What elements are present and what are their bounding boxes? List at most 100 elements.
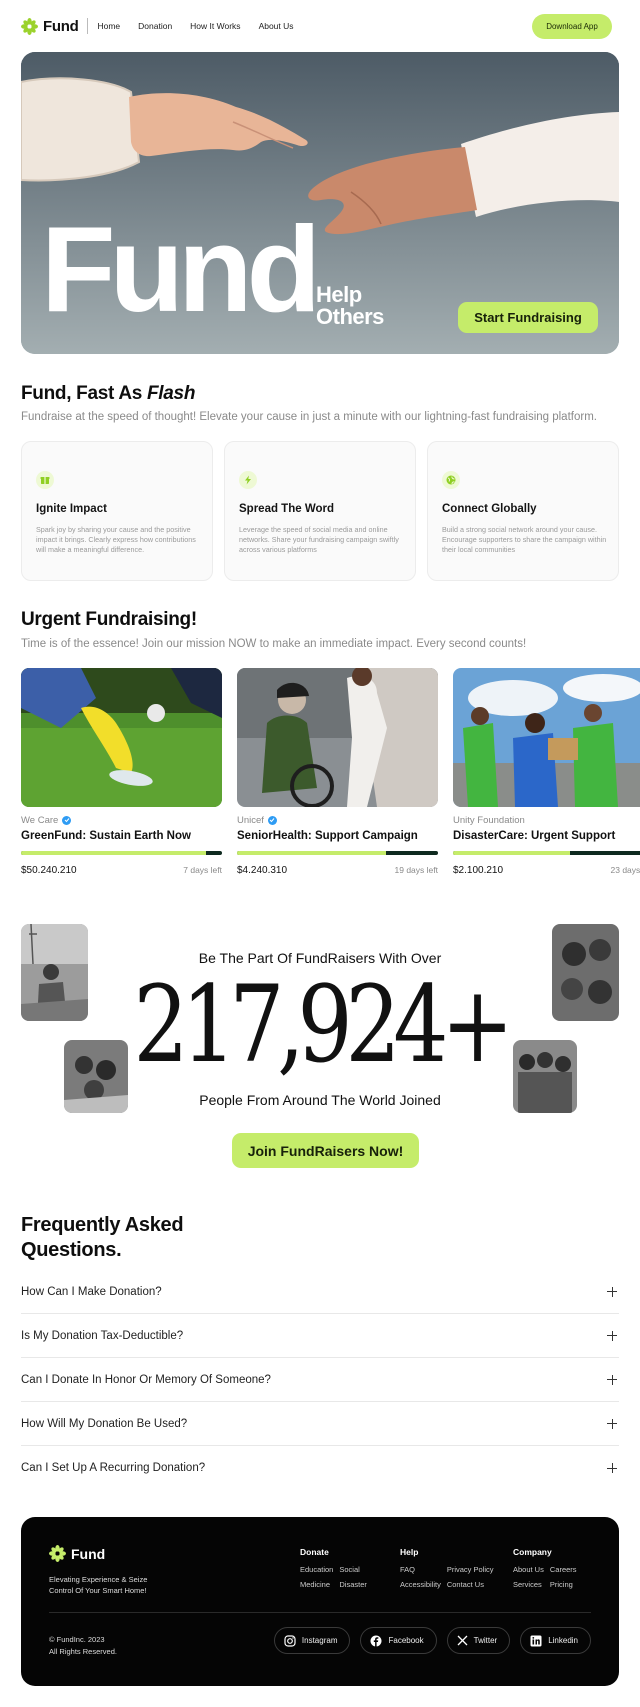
campaign-progress-fill xyxy=(21,851,206,855)
nav-link-donation[interactable]: Donation xyxy=(138,21,172,31)
nav-link-how-it-works[interactable]: How It Works xyxy=(190,21,240,31)
fast-title-plain: Fund, Fast As xyxy=(21,383,147,404)
footer-link[interactable]: Careers xyxy=(550,1565,577,1574)
verified-badge-icon xyxy=(62,815,72,825)
campaign-org: Unicef xyxy=(237,814,438,826)
footer-link[interactable]: Disaster xyxy=(339,1580,367,1589)
footer-link[interactable]: FAQ xyxy=(400,1565,441,1574)
globe-icon xyxy=(442,471,460,489)
nav-link-about-us[interactable]: About Us xyxy=(259,21,294,31)
faq-question: Can I Set Up A Recurring Donation? xyxy=(21,1462,206,1474)
campaign-card[interactable]: We Care GreenFund: Sustain Earth Now $50… xyxy=(21,668,222,876)
footer-column-title: Help xyxy=(400,1547,419,1557)
stats-number: 217,924+ xyxy=(133,963,514,1086)
footer-link[interactable]: Accessibility xyxy=(400,1580,441,1589)
stats-bottom-text: People From Around The World Joined xyxy=(199,1092,441,1108)
urgent-section-title: Urgent Fundraising! xyxy=(21,609,197,630)
plus-icon[interactable] xyxy=(605,1329,619,1343)
nav-divider xyxy=(87,18,89,34)
join-fundraisers-button[interactable]: Join FundRaisers Now! xyxy=(232,1133,419,1168)
campaign-org: Unity Foundation xyxy=(453,814,640,826)
footer-link[interactable]: Medicine xyxy=(300,1580,333,1589)
campaign-amount: $2.100.210 xyxy=(453,865,504,876)
footer-column-company: Company About Us Careers Services Pricin… xyxy=(513,1547,577,1589)
facebook-icon xyxy=(370,1635,382,1646)
feature-title: Spread The Word xyxy=(239,503,334,515)
faq-question: How Can I Make Donation? xyxy=(21,1285,162,1298)
footer-divider xyxy=(49,1612,591,1613)
plus-icon[interactable] xyxy=(605,1373,619,1387)
campaign-progress-bar xyxy=(237,851,438,855)
footer-column-donate: Donate Education Social Medicine Disaste… xyxy=(300,1547,367,1589)
feature-description: Spark joy by sharing your cause and the … xyxy=(36,525,196,554)
campaign-title[interactable]: SeniorHealth: Support Campaign xyxy=(237,830,438,842)
campaign-card[interactable]: Unity Foundation DisasterCare: Urgent Su… xyxy=(453,668,640,876)
footer-link[interactable]: About Us xyxy=(513,1565,544,1574)
hero-subtitle-line-1: Help xyxy=(316,282,362,307)
campaign-amount: $4.240.310 xyxy=(237,865,288,876)
hero-banner: Fund Help Others Start Fundraising xyxy=(21,52,619,354)
faq-title: Frequently Asked Questions. xyxy=(21,1214,184,1261)
campaign-image-grass-cleanup xyxy=(21,668,222,807)
flower-logo-icon xyxy=(49,1545,66,1562)
campaign-title[interactable]: DisasterCare: Urgent Support xyxy=(453,830,640,842)
footer-link[interactable]: Contact Us xyxy=(447,1580,494,1589)
social-twitter-button[interactable]: Twitter xyxy=(446,1627,511,1654)
social-label: Facebook xyxy=(388,1636,424,1645)
urgent-section-subtitle: Time is of the essence! Join our mission… xyxy=(21,638,527,650)
campaign-progress-bar xyxy=(453,851,640,855)
feature-title: Connect Globally xyxy=(442,503,537,515)
logo[interactable]: Fund xyxy=(21,17,79,35)
instagram-icon xyxy=(284,1634,296,1647)
social-linkedin-button[interactable]: Linkedin xyxy=(520,1627,591,1654)
footer-link[interactable]: Services xyxy=(513,1580,544,1589)
footer-column-title: Company xyxy=(513,1547,552,1557)
hero-title: Fund xyxy=(41,201,321,337)
campaign-org-name: We Care xyxy=(21,814,59,826)
footer-tagline: Elevating Experience & Seize Control Of … xyxy=(49,1575,148,1595)
faq-item[interactable]: Is My Donation Tax-Deductible? xyxy=(21,1314,619,1358)
social-facebook-button[interactable]: Facebook xyxy=(360,1627,437,1654)
feature-title: Ignite Impact xyxy=(36,503,107,515)
flower-logo-icon xyxy=(21,17,38,35)
nav-link-home[interactable]: Home xyxy=(97,21,120,31)
plus-icon[interactable] xyxy=(605,1417,619,1431)
download-app-button[interactable]: Download App xyxy=(532,13,612,39)
campaign-title[interactable]: GreenFund: Sustain Earth Now xyxy=(21,830,222,842)
campaign-days-left: 19 days left xyxy=(394,865,438,875)
campaign-list: We Care GreenFund: Sustain Earth Now $50… xyxy=(21,668,640,890)
social-instagram-button[interactable]: Instagram xyxy=(273,1627,351,1654)
footer-column-help: Help FAQ Privacy Policy Accessibility Co… xyxy=(400,1547,494,1589)
campaign-org: We Care xyxy=(21,814,222,826)
campaign-card[interactable]: Unicef SeniorHealth: Support Campaign $4… xyxy=(237,668,438,876)
plus-icon[interactable] xyxy=(605,1285,619,1299)
faq-item[interactable]: How Can I Make Donation? xyxy=(21,1270,619,1314)
campaign-image-wheelchair xyxy=(237,668,438,807)
plus-icon[interactable] xyxy=(605,1461,619,1475)
faq-question: Is My Donation Tax-Deductible? xyxy=(21,1329,184,1342)
logo-text: Fund xyxy=(43,17,79,35)
footer-logo[interactable]: Fund xyxy=(49,1545,105,1562)
footer: Fund Elevating Experience & Seize Contro… xyxy=(21,1517,619,1686)
footer-link[interactable]: Social xyxy=(339,1565,367,1574)
footer-link[interactable]: Pricing xyxy=(550,1580,577,1589)
start-fundraising-button[interactable]: Start Fundraising xyxy=(458,302,598,333)
footer-logo-text: Fund xyxy=(71,1545,106,1562)
linkedin-icon xyxy=(530,1635,542,1646)
faq-item[interactable]: Can I Donate In Honor Or Memory Of Someo… xyxy=(21,1358,619,1402)
feature-description: Leverage the speed of social media and o… xyxy=(239,525,399,554)
campaign-days-left: 23 days left xyxy=(610,865,640,875)
campaign-org-name: Unity Foundation xyxy=(453,814,525,826)
feature-card: Connect Globally Build a strong social n… xyxy=(427,441,619,581)
faq-list: How Can I Make Donation? Is My Donation … xyxy=(21,1270,619,1490)
social-label: Linkedin xyxy=(548,1636,578,1645)
top-nav: Fund Home Donation How It Works About Us… xyxy=(21,13,612,39)
footer-link[interactable]: Privacy Policy xyxy=(447,1565,494,1574)
social-label: Instagram xyxy=(301,1636,338,1645)
copyright-line-2: All Rights Reserved. xyxy=(49,1647,117,1656)
faq-item[interactable]: How Will My Donation Be Used? xyxy=(21,1402,619,1446)
faq-item[interactable]: Can I Set Up A Recurring Donation? xyxy=(21,1446,619,1490)
hero-subtitle: Help Others xyxy=(316,284,384,328)
footer-link[interactable]: Education xyxy=(300,1565,333,1574)
campaign-progress-fill xyxy=(453,851,570,855)
